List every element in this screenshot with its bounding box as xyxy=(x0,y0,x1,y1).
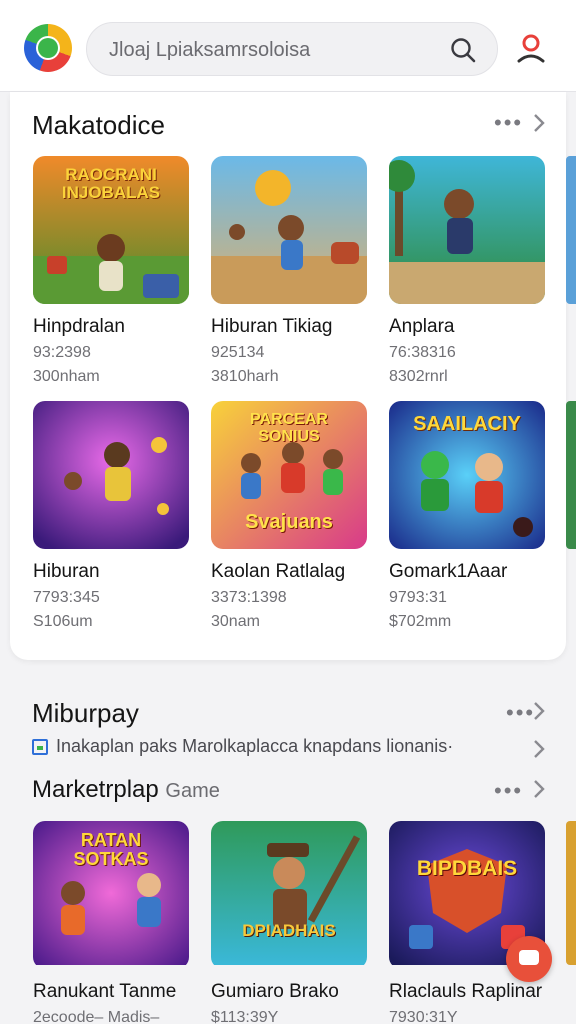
game-tile[interactable]: DPIADHAIS Gumiaro Brako $113:39Y xyxy=(211,821,367,1024)
thumbnail-text: RATAN SOTKAS xyxy=(73,830,149,869)
game-thumbnail[interactable] xyxy=(211,156,367,304)
chat-fab-button[interactable] xyxy=(506,936,552,982)
search-bar[interactable]: Jloaj Lpiaksamrsoloisa xyxy=(86,22,498,76)
game-size: 3810harh xyxy=(211,368,279,385)
notice-banner[interactable]: Inakaplan paks Marolkaplacca knapdans li… xyxy=(32,736,552,760)
game-tile[interactable]: Hiburan Tikiag 925134 3810harh xyxy=(211,156,367,386)
game-title: Hiburan xyxy=(33,561,100,582)
game-size: $702mm xyxy=(389,613,452,630)
game-tile[interactable]: SAAILACIY Gomark1Aaar 9793:31 $702mm xyxy=(389,401,545,631)
chevron-right-icon[interactable] xyxy=(532,700,546,722)
game-title: Rlaclauls Raplinar xyxy=(389,981,543,1002)
game-size: 30nam xyxy=(211,613,260,630)
chevron-right-icon[interactable] xyxy=(532,778,546,800)
thumbnail-subtext: Svajuans xyxy=(245,511,333,533)
next-tile-peek xyxy=(566,156,576,304)
thumbnail-text: BIPDBAIS xyxy=(416,857,518,880)
game-tile[interactable]: PARCEAR SONIUS Svajuans Kaolan Ratlalag … xyxy=(211,401,367,631)
more-options-icon[interactable]: ••• xyxy=(494,778,523,804)
game-tile[interactable]: Hiburan 7793:345 S106um xyxy=(33,401,189,631)
logo-inner xyxy=(38,38,58,58)
chevron-right-icon[interactable] xyxy=(532,112,546,134)
section-title: Miburpay xyxy=(32,698,139,728)
game-stat: 3373:1398 xyxy=(211,589,287,606)
thumbnail-text: RAOCRANI INJOBALAS xyxy=(61,165,161,202)
game-tile[interactable]: RATAN SOTKAS Ranukant Tanme 2ecoode– Mad… xyxy=(33,821,189,1024)
search-icon[interactable] xyxy=(449,36,477,64)
game-stat: 925134 xyxy=(211,344,265,361)
game-title: Hinpdralan xyxy=(33,316,125,337)
chevron-right-icon[interactable] xyxy=(532,738,546,760)
game-tile[interactable]: RAOCRANI INJOBALAS Hinpdralan 93:2398 30… xyxy=(33,156,189,386)
thumbnail-text: SAAILACIY xyxy=(413,413,521,435)
game-size: S106um xyxy=(33,613,93,630)
game-tile[interactable]: BIPDBAIS Rlaclauls Raplinar 7930:31Y xyxy=(389,821,545,1024)
section-subtitle: Game xyxy=(165,780,220,802)
game-tile[interactable]: Anplara 76:38316 8302rnrl xyxy=(389,156,545,386)
game-title: Anplara xyxy=(389,316,455,337)
search-input[interactable]: Jloaj Lpiaksamrsoloisa xyxy=(109,39,310,62)
game-thumbnail[interactable]: DPIADHAIS xyxy=(211,821,367,969)
game-size: 8302rnrl xyxy=(389,368,448,385)
game-thumbnail[interactable] xyxy=(33,401,189,549)
app-logo-icon[interactable] xyxy=(24,24,72,72)
section-title-main: Marketrplap xyxy=(32,776,159,803)
thumbnail-text: PARCEAR SONIUS xyxy=(250,411,328,445)
game-stat: 93:2398 xyxy=(33,344,91,361)
game-title: Kaolan Ratlalag xyxy=(211,561,346,582)
game-stat: 7930:31Y xyxy=(389,1009,458,1024)
more-options-icon[interactable]: ••• xyxy=(506,700,535,726)
account-icon[interactable] xyxy=(516,32,546,64)
top-app-bar: Jloaj Lpiaksamrsoloisa xyxy=(0,0,576,92)
game-stat: 7793:345 xyxy=(33,589,100,606)
game-size: 300nham xyxy=(33,368,100,385)
game-stat: 2ecoode– Madis– xyxy=(33,1009,160,1024)
game-stat: 76:38316 xyxy=(389,344,456,361)
game-title: Gomark1Aaar xyxy=(389,561,508,582)
notice-icon xyxy=(32,739,48,755)
more-options-icon[interactable]: ••• xyxy=(494,110,523,136)
game-thumbnail[interactable]: PARCEAR SONIUS Svajuans xyxy=(211,401,367,549)
section-title: Marketrplap Game xyxy=(32,776,220,804)
game-thumbnail[interactable]: SAAILACIY xyxy=(389,401,545,549)
game-title: Hiburan Tikiag xyxy=(211,316,333,337)
game-title: Gumiaro Brako xyxy=(211,981,339,1002)
game-title: Ranukant Tanme xyxy=(33,981,177,1002)
section-title: Makatodice xyxy=(32,110,165,140)
next-tile-peek xyxy=(566,401,576,549)
game-thumbnail[interactable]: RAOCRANI INJOBALAS xyxy=(33,156,189,304)
notice-text: Inakaplan paks Marolkaplacca knapdans li… xyxy=(56,736,454,756)
next-tile-peek xyxy=(566,821,576,965)
game-stat: $113:39Y xyxy=(211,1009,279,1024)
game-stat: 9793:31 xyxy=(389,589,447,606)
thumbnail-text: DPIADHAIS xyxy=(242,921,336,940)
game-thumbnail[interactable]: RATAN SOTKAS xyxy=(33,821,189,969)
game-thumbnail[interactable] xyxy=(389,156,545,304)
